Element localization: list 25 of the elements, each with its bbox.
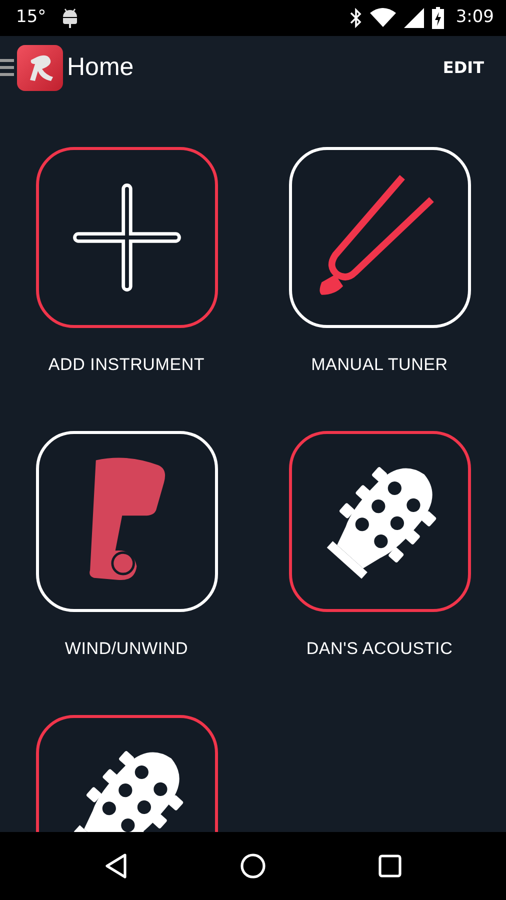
- clock-text: 3:09: [456, 6, 494, 30]
- tile-label: MANUAL TUNER: [311, 354, 448, 376]
- recents-icon[interactable]: [378, 854, 402, 878]
- tile-label: WIND/UNWIND: [64, 638, 188, 660]
- tile-label: DAN'S ACOUSTIC: [306, 638, 453, 660]
- wifi-icon: [370, 8, 396, 28]
- signal-icon: [404, 8, 424, 28]
- app-logo: [17, 45, 63, 91]
- temperature-text: 15°: [16, 6, 46, 30]
- tile-label: ADD INSTRUMENT: [48, 354, 205, 376]
- back-icon[interactable]: [104, 853, 128, 879]
- bluetooth-icon: [350, 8, 362, 28]
- android-icon: [62, 8, 78, 28]
- edit-button[interactable]: EDIT: [442, 50, 484, 86]
- screen-title: Home: [67, 52, 134, 84]
- menu-icon[interactable]: [0, 59, 14, 77]
- battery-icon: [432, 7, 444, 29]
- tuning-peg-icon: [89, 458, 165, 580]
- tuning-fork-icon: [319, 175, 434, 295]
- headstock-icon: [326, 466, 436, 579]
- home-icon[interactable]: [240, 853, 266, 879]
- headstock-icon: [73, 750, 184, 832]
- plus-icon: [72, 184, 180, 292]
- tile-button[interactable]: [288, 431, 470, 612]
- tile-button[interactable]: [36, 147, 218, 328]
